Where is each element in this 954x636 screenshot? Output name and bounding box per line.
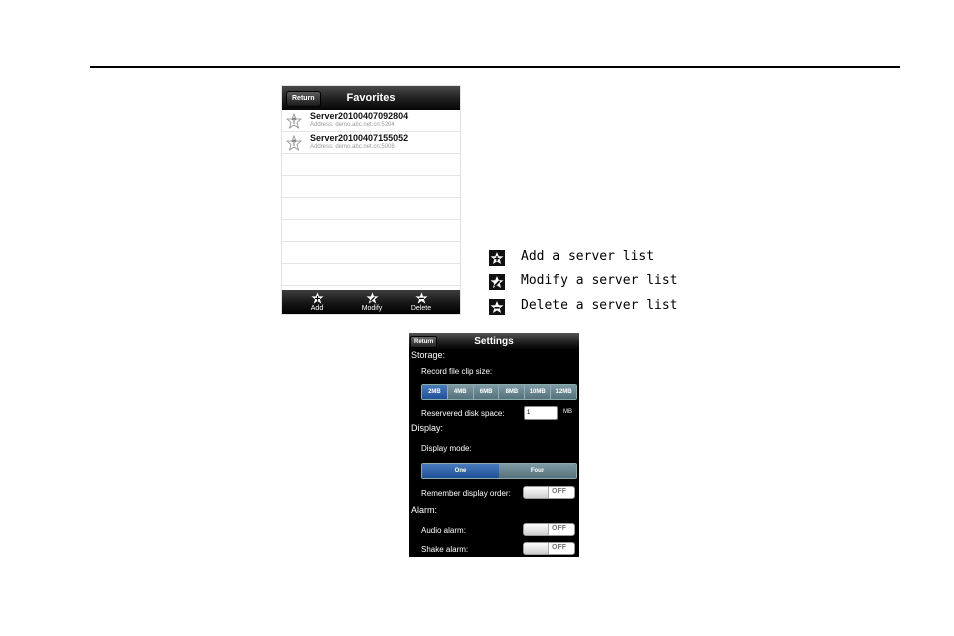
display-mode-option-four[interactable]: Four — [499, 464, 576, 478]
server-name: Server20100407155052 — [310, 133, 409, 143]
server-list: Server20100407092804 Address: demo.abc.n… — [282, 110, 460, 286]
audio-alarm-label: Audio alarm: — [421, 526, 466, 535]
disk-space-input[interactable]: 1 — [524, 406, 558, 420]
display-heading: Display: — [411, 423, 444, 433]
audio-alarm-toggle[interactable]: OFF — [523, 523, 575, 536]
empty-list-row — [282, 176, 460, 198]
server-star-icon — [286, 113, 302, 129]
modify-star-icon — [366, 292, 378, 304]
display-mode-label: Display mode: — [421, 444, 472, 453]
server-name: Server20100407092804 — [310, 111, 409, 121]
toggle-state: OFF — [552, 544, 566, 551]
legend-text: Add a server list — [521, 249, 655, 264]
modify-star-icon — [489, 274, 505, 290]
toggle-knob — [524, 524, 549, 535]
alarm-heading: Alarm: — [411, 505, 438, 515]
legend-text: Modify a server list — [521, 273, 678, 288]
empty-list-row — [282, 264, 460, 286]
modify-button-label: Modify — [361, 305, 383, 312]
clip-size-option[interactable]: 4MB — [446, 385, 473, 399]
server-list-item[interactable]: Server20100407155052 Address: demo.abc.n… — [282, 132, 460, 154]
add-star-icon — [311, 292, 323, 304]
server-star-icon — [286, 135, 302, 151]
empty-list-row — [282, 242, 460, 264]
delete-button-label: Delete — [410, 305, 432, 312]
storage-heading: Storage: — [411, 350, 446, 360]
add-star-icon — [489, 250, 505, 266]
remember-order-label: Remember display order: — [421, 489, 511, 498]
favorites-nav-bar: Return Favorites — [282, 86, 460, 110]
settings-nav-bar: Return Settings — [409, 333, 579, 350]
clip-size-segmented-control: 2MB 4MB 6MB 8MB 10MB 12MB — [421, 384, 577, 400]
server-address: Address: demo.abc.net.cn:5204 — [310, 122, 395, 128]
clip-size-option[interactable]: 8MB — [498, 385, 525, 399]
clip-size-option[interactable]: 6MB — [472, 385, 499, 399]
settings-return-button[interactable]: Return — [410, 336, 438, 348]
delete-star-icon — [415, 292, 427, 304]
display-mode-option-one[interactable]: One — [422, 464, 499, 478]
toggle-knob — [524, 543, 549, 554]
clip-size-option[interactable]: 12MB — [550, 385, 576, 399]
toggle-state: OFF — [552, 488, 566, 495]
favorites-screen: Return Favorites Server20100407092804 Ad… — [281, 85, 461, 315]
favorites-return-button[interactable]: Return — [286, 91, 321, 107]
clip-size-label: Record file clip size: — [421, 367, 493, 376]
display-mode-segmented-control: One Four — [421, 463, 577, 479]
shake-alarm-label: Shake alarm: — [421, 545, 469, 554]
settings-screen: Return Settings Storage: Record file cli… — [409, 333, 579, 557]
modify-button[interactable]: Modify — [352, 292, 392, 313]
empty-list-row — [282, 154, 460, 176]
toggle-state: OFF — [552, 525, 566, 532]
toggle-knob — [524, 487, 549, 498]
delete-button[interactable]: Delete — [401, 292, 441, 313]
page-header-rule — [90, 66, 900, 68]
empty-list-row — [282, 220, 460, 242]
clip-size-option[interactable]: 2MB — [422, 385, 447, 399]
server-list-item[interactable]: Server20100407092804 Address: demo.abc.n… — [282, 110, 460, 132]
server-address: Address: demo.abc.net.cn:5008 — [310, 144, 395, 150]
favorites-toolbar: Add Modify Delete — [282, 290, 460, 314]
add-button-label: Add — [310, 305, 324, 312]
disk-space-label: Reservered disk space: — [421, 409, 505, 418]
add-button[interactable]: Add — [297, 292, 337, 313]
delete-star-icon — [489, 299, 505, 315]
disk-space-unit: MB — [563, 409, 572, 415]
clip-size-option[interactable]: 10MB — [524, 385, 551, 399]
remember-order-toggle[interactable]: OFF — [523, 486, 575, 499]
shake-alarm-toggle[interactable]: OFF — [523, 542, 575, 555]
empty-list-row — [282, 198, 460, 220]
legend-text: Delete a server list — [521, 298, 678, 313]
